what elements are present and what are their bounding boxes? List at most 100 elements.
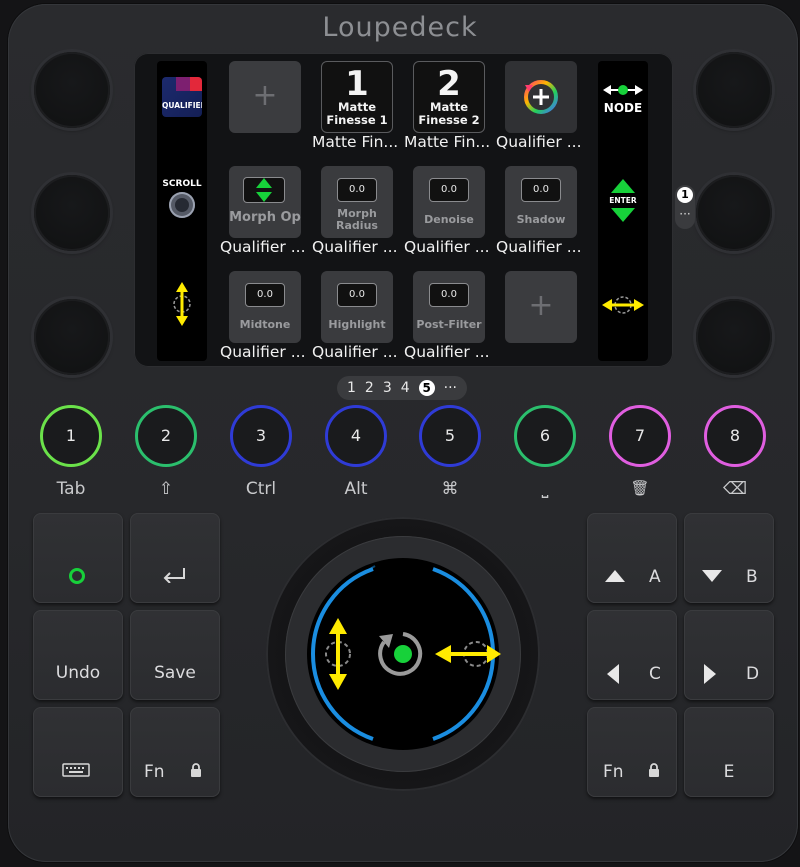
button-label: Qualifier ... (404, 343, 490, 361)
round-button-8[interactable]: 8 (704, 405, 766, 467)
tile-subtitle: Radius (336, 219, 378, 232)
key-a[interactable]: A (587, 513, 677, 603)
add-node-icon (524, 80, 558, 114)
page-more[interactable]: ··· (444, 380, 457, 396)
key-fn-right[interactable]: Fn (587, 707, 677, 797)
label-space-icon: ⎵ (541, 479, 549, 499)
circle-icon (69, 568, 85, 584)
tile-title: Morph Op (229, 210, 301, 225)
round-button-1[interactable]: 1 (40, 405, 102, 467)
enter-label: ENTER (609, 196, 637, 205)
round-button-3[interactable]: 3 (230, 405, 292, 467)
screen-button-1[interactable]: + (216, 53, 308, 157)
undo-label: Undo (55, 663, 101, 683)
triangle-right-icon (704, 664, 716, 684)
round-button-2[interactable]: 2 (135, 405, 197, 467)
page-badge-number: 1 (677, 187, 693, 203)
screen-button-10[interactable]: 0.0 Highlight Qualifier ... (308, 263, 400, 367)
knob-left-middle[interactable] (34, 175, 110, 251)
knob-right-middle[interactable] (696, 175, 772, 251)
matte-subtitle: Finesse 2 (418, 113, 480, 127)
screen-button-4[interactable]: Qualifier ... (492, 53, 584, 157)
label-backspace-icon: ⌫ (722, 479, 748, 499)
key-d[interactable]: D (684, 610, 774, 700)
page-2[interactable]: 2 (365, 380, 374, 396)
label-ctrl: Ctrl (245, 479, 277, 499)
screen-button-7[interactable]: 0.0 Denoise Qualifier ... (400, 158, 492, 262)
page-1[interactable]: 1 (347, 380, 356, 396)
node-label: NODE (603, 101, 643, 115)
key-undo[interactable]: Undo (33, 610, 123, 700)
tile-title: Highlight (328, 318, 386, 331)
fn-label: Fn (144, 762, 165, 782)
label-command-icon: ⌘ (441, 479, 459, 499)
screen-button-8[interactable]: 0.0 Shadow Qualifier ... (492, 158, 584, 262)
page-5-active[interactable]: 5 (418, 380, 435, 396)
key-c[interactable]: C (587, 610, 677, 700)
knob-left-top[interactable] (34, 52, 110, 128)
button-label: Qualifier ... (312, 238, 398, 256)
keyboard-icon (62, 763, 90, 777)
qualifier-icon[interactable]: QUALIFIER (162, 77, 202, 117)
screen-button-6[interactable]: 0.0 Morph Radius Qualifier ... (308, 158, 400, 262)
main-dial-screen[interactable] (303, 554, 503, 754)
brand-logo: Loupedeck (322, 12, 478, 43)
label-trash-icon: 🗑 (630, 479, 650, 497)
matte-title: Matte (338, 100, 376, 114)
add-icon: + (229, 61, 301, 133)
knob-right-top[interactable] (696, 52, 772, 128)
value-display: 0.0 (245, 283, 285, 307)
screen-button-2[interactable]: 1 Matte Finesse 1 Matte Fin... (308, 53, 400, 157)
morph-toggle-box (243, 177, 285, 203)
enter-up-arrow-icon (611, 179, 635, 193)
knob-right-bottom[interactable] (696, 299, 772, 375)
up-down-arrows-icon (256, 178, 272, 202)
add-icon: + (505, 271, 577, 343)
key-circle[interactable] (33, 513, 123, 603)
right-dial-strip: NODE ENTER (598, 61, 648, 361)
e-label: E (723, 762, 735, 782)
save-label: Save (154, 663, 196, 683)
page-3[interactable]: 3 (383, 380, 392, 396)
page-4[interactable]: 4 (401, 380, 410, 396)
key-keyboard[interactable] (33, 707, 123, 797)
button-label: Qualifier ... (312, 343, 398, 361)
screen-button-5[interactable]: Morph Op Qualifier ... (216, 158, 308, 262)
page-indicator: 1 2 3 4 5 ··· (337, 376, 467, 400)
key-b[interactable]: B (684, 513, 774, 603)
triangle-up-icon (605, 570, 625, 582)
knob-left-bottom[interactable] (34, 299, 110, 375)
tile-title: Denoise (424, 213, 474, 226)
screen-button-12[interactable]: + (492, 263, 584, 367)
screen-button-9[interactable]: 0.0 Midtone Qualifier ... (216, 263, 308, 367)
screen-button-11[interactable]: 0.0 Post-Filter Qualifier ... (400, 263, 492, 367)
key-save[interactable]: Save (130, 610, 220, 700)
move-vertical-icon (173, 282, 191, 326)
page-badge[interactable]: 1 ··· (675, 185, 695, 229)
triangle-down-icon (702, 570, 722, 582)
key-enter[interactable] (130, 513, 220, 603)
round-button-6[interactable]: 6 (514, 405, 576, 467)
round-button-4[interactable]: 4 (325, 405, 387, 467)
triangle-left-icon (607, 664, 619, 684)
tile-title: Post-Filter (416, 318, 482, 331)
key-e[interactable]: E (684, 707, 774, 797)
button-label: Matte Fin... (312, 133, 399, 151)
scroll-label: SCROLL (162, 179, 202, 189)
tile-title: Midtone (239, 318, 291, 331)
screen-button-3[interactable]: 2 Matte Finesse 2 Matte Fin... (400, 53, 492, 157)
matte-number: 2 (437, 64, 461, 104)
round-button-5[interactable]: 5 (419, 405, 481, 467)
label-alt: Alt (344, 479, 368, 499)
button-label: Qualifier ... (496, 133, 582, 151)
scroll-wheel-icon (169, 192, 195, 218)
fn-label: Fn (603, 762, 624, 782)
value-display: 0.0 (429, 283, 469, 307)
button-label: Qualifier ... (220, 238, 306, 256)
round-button-7[interactable]: 7 (609, 405, 671, 467)
button-label: Qualifier ... (220, 343, 306, 361)
lock-icon (649, 763, 659, 777)
key-fn-left[interactable]: Fn (130, 707, 220, 797)
value-display: 0.0 (429, 178, 469, 202)
return-icon (163, 568, 185, 583)
